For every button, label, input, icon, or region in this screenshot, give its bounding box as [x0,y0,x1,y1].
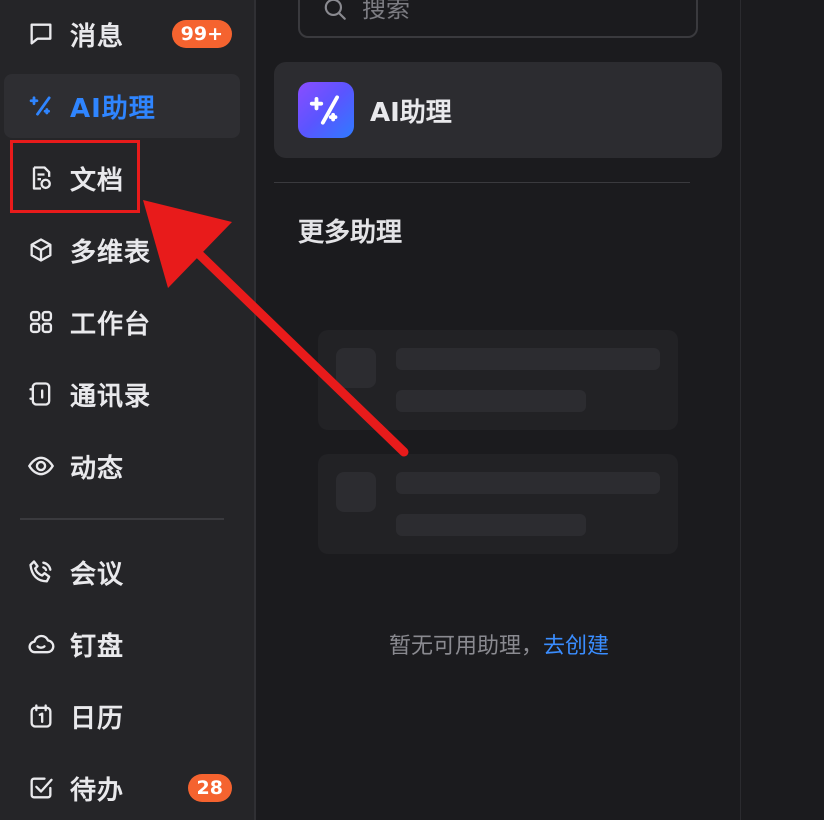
sidebar-item-label: 动态 [70,453,125,484]
sidebar-item-label: 待办 [70,775,125,806]
sidebar-item-workbench[interactable]: 工作台 [4,290,240,354]
ai-assistant-avatar [298,82,354,138]
sidebar-item-contacts[interactable]: 通讯录 [4,362,240,426]
calendar-icon [26,701,56,731]
sidebar-item-label: 文档 [70,165,125,196]
sidebar-item-label: 会议 [70,559,125,590]
phone-call-icon [26,557,56,587]
skeleton-line [396,390,586,412]
sidebar-item-docs[interactable]: 文档 [4,146,240,210]
sidebar-item-ai-assistant[interactable]: AI助理 [4,74,240,138]
sidebar-item-messages[interactable]: 消息 99+ [4,2,240,66]
unread-badge: 99+ [171,20,232,48]
sidebar-item-label: 消息 [70,21,125,52]
skeleton-line [396,348,660,370]
search-icon [324,0,346,20]
right-panel [740,0,824,820]
skeleton-avatar [336,472,376,512]
skeleton-card [318,454,678,554]
sidebar-item-cloud-drive[interactable]: 钉盘 [4,612,240,676]
eye-icon [26,451,56,481]
sidebar-item-label: 多维表 [70,237,152,268]
more-assistants-title: 更多助理 [298,218,403,248]
empty-state-message: 暂无可用助理，去创建 [258,628,740,660]
search-input[interactable] [360,0,664,24]
sidebar-item-label: 日历 [70,703,125,734]
create-assistant-link[interactable]: 去创建 [543,634,609,659]
sidebar-item-label: 工作台 [70,309,152,340]
sidebar-item-meetings[interactable]: 会议 [4,540,240,604]
cube-icon [26,235,56,265]
sidebar-item-todo[interactable]: 待办 28 [4,756,240,820]
panel-divider [274,182,690,183]
document-icon [26,163,56,193]
skeleton-avatar [336,348,376,388]
skeleton-card [318,330,678,430]
empty-state-text: 暂无可用助理， [388,634,543,659]
sidebar-item-moments[interactable]: 动态 [4,434,240,498]
sidebar-divider [20,518,224,520]
sidebar-item-label: 通讯录 [70,381,152,412]
sidebar-item-calendar[interactable]: 日历 [4,684,240,748]
todo-check-icon [26,773,56,803]
sidebar-item-label: AI助理 [70,93,156,124]
todo-count-badge: 28 [187,774,232,802]
contacts-book-icon [26,379,56,409]
assistant-panel: AI助理 更多助理 暂无可用助理，去创建 [258,0,740,820]
chat-bubble-icon [26,19,56,49]
sidebar: 消息 99+ AI助理 文档 多维表 工作台 通讯录 动态 会议 钉盘 日历 待… [0,0,256,820]
grid-icon [26,307,56,337]
ai-sparkle-icon [26,91,56,121]
ai-sparkle-icon [309,95,339,125]
ai-assistant-name: AI助理 [370,97,452,128]
sidebar-item-multidimensional-table[interactable]: 多维表 [4,218,240,282]
ai-assistant-card[interactable]: AI助理 [274,62,722,158]
search-box[interactable] [298,0,698,38]
skeleton-line [396,514,586,536]
cloud-drive-icon [26,629,56,659]
skeleton-line [396,472,660,494]
sidebar-item-label: 钉盘 [70,631,125,662]
